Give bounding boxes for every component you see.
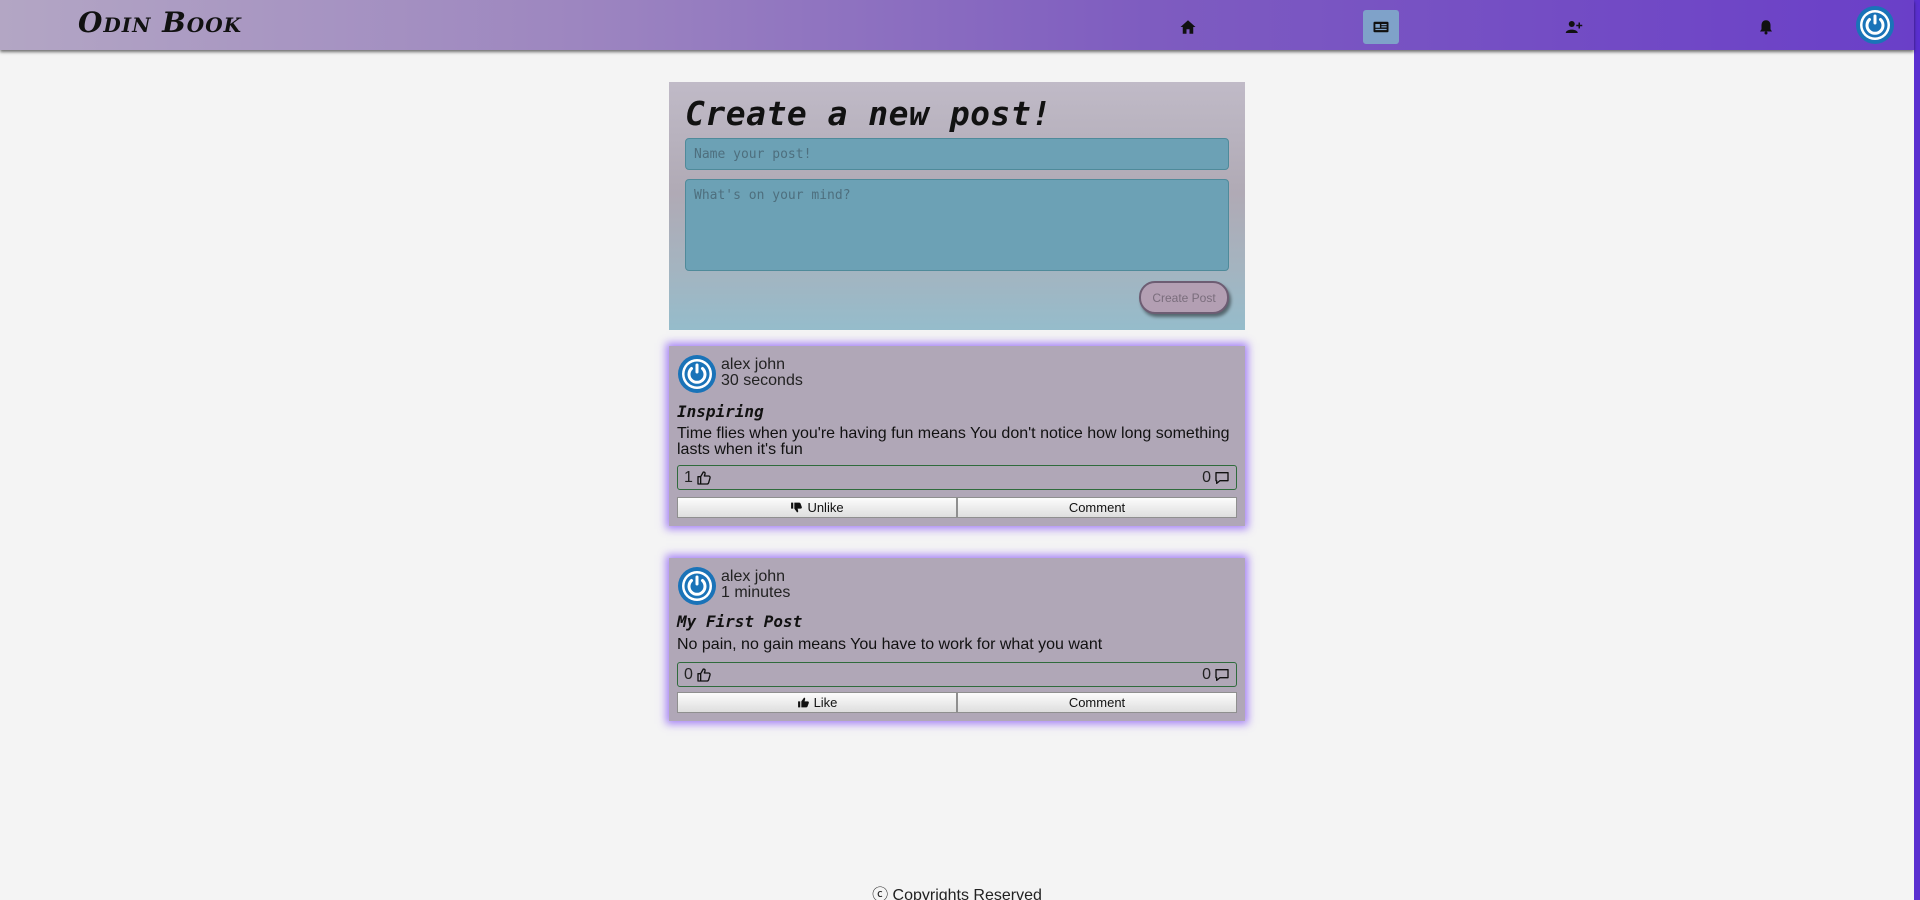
- post-title: Inspiring: [677, 402, 764, 421]
- thumbs-up-outline-icon: [697, 470, 711, 485]
- footer-copyright: ⓒ Copyrights Reserved: [872, 887, 1042, 900]
- comment-button[interactable]: Comment: [957, 497, 1237, 518]
- comment-count-value: 0: [1202, 468, 1211, 486]
- post-timestamp: 1 minutes: [721, 584, 791, 601]
- comment-count: 0: [1202, 469, 1230, 487]
- comment-count-value: 0: [1202, 665, 1211, 683]
- comment-button-label: Comment: [1068, 695, 1126, 710]
- unlike-button[interactable]: Unlike: [677, 497, 957, 518]
- power-avatar-icon[interactable]: [1855, 5, 1895, 45]
- post-author[interactable]: alex john: [721, 569, 785, 585]
- comment-bubble-icon: [1215, 668, 1229, 681]
- top-navbar: Odin Book: [0, 0, 1914, 50]
- post-card: alex john 30 seconds Inspiring Time flie…: [669, 346, 1245, 526]
- post-actions: Unlike Comment: [677, 497, 1237, 518]
- thumbs-down-icon: [791, 502, 803, 513]
- nav-feed-button[interactable]: [1363, 10, 1399, 44]
- post-card: alex john 1 minutes My First Post No pai…: [669, 558, 1245, 721]
- thumbs-up-outline-icon: [697, 667, 711, 682]
- author-avatar-icon[interactable]: [677, 566, 717, 606]
- add-friend-icon: [1565, 21, 1583, 33]
- post-title-input[interactable]: [685, 138, 1229, 170]
- comment-button[interactable]: Comment: [957, 692, 1237, 713]
- like-count-value: 1: [684, 468, 693, 486]
- post-actions: Like Comment: [677, 692, 1237, 713]
- nav-notifications-button[interactable]: [1748, 10, 1784, 44]
- comment-count: 0: [1202, 666, 1230, 684]
- post-title: My First Post: [677, 612, 803, 631]
- author-avatar-icon[interactable]: [677, 354, 717, 394]
- post-body: No pain, no gain means You have to work …: [677, 636, 1103, 653]
- post-stats-bar: 1 0: [677, 465, 1237, 490]
- like-count: 1: [684, 469, 712, 487]
- news-card-icon: [1373, 21, 1389, 33]
- post-body-input[interactable]: [685, 179, 1229, 271]
- like-button-label: Like: [813, 695, 838, 710]
- create-post-card: Create a new post! Create Post: [669, 82, 1245, 330]
- create-post-button[interactable]: Create Post: [1139, 281, 1229, 314]
- unlike-button-label: Unlike: [807, 500, 844, 515]
- app-logo[interactable]: Odin Book: [78, 6, 242, 39]
- home-icon: [1180, 20, 1196, 34]
- post-timestamp: 30 seconds: [721, 372, 803, 389]
- comment-bubble-icon: [1215, 471, 1229, 484]
- post-body: Time flies when you're having fun means …: [677, 425, 1230, 458]
- right-edge-bar: [1914, 0, 1920, 900]
- post-author[interactable]: alex john: [721, 357, 785, 373]
- post-stats-bar: 0 0: [677, 662, 1237, 687]
- bell-icon: [1760, 20, 1772, 35]
- comment-button-label: Comment: [1068, 500, 1126, 515]
- nav-add-friend-button[interactable]: [1556, 10, 1592, 44]
- like-count: 0: [684, 666, 712, 684]
- like-count-value: 0: [684, 665, 693, 683]
- create-post-heading: Create a new post!: [685, 94, 1052, 133]
- like-button[interactable]: Like: [677, 692, 957, 713]
- nav-home-button[interactable]: [1170, 10, 1206, 44]
- thumbs-up-icon: [797, 697, 809, 708]
